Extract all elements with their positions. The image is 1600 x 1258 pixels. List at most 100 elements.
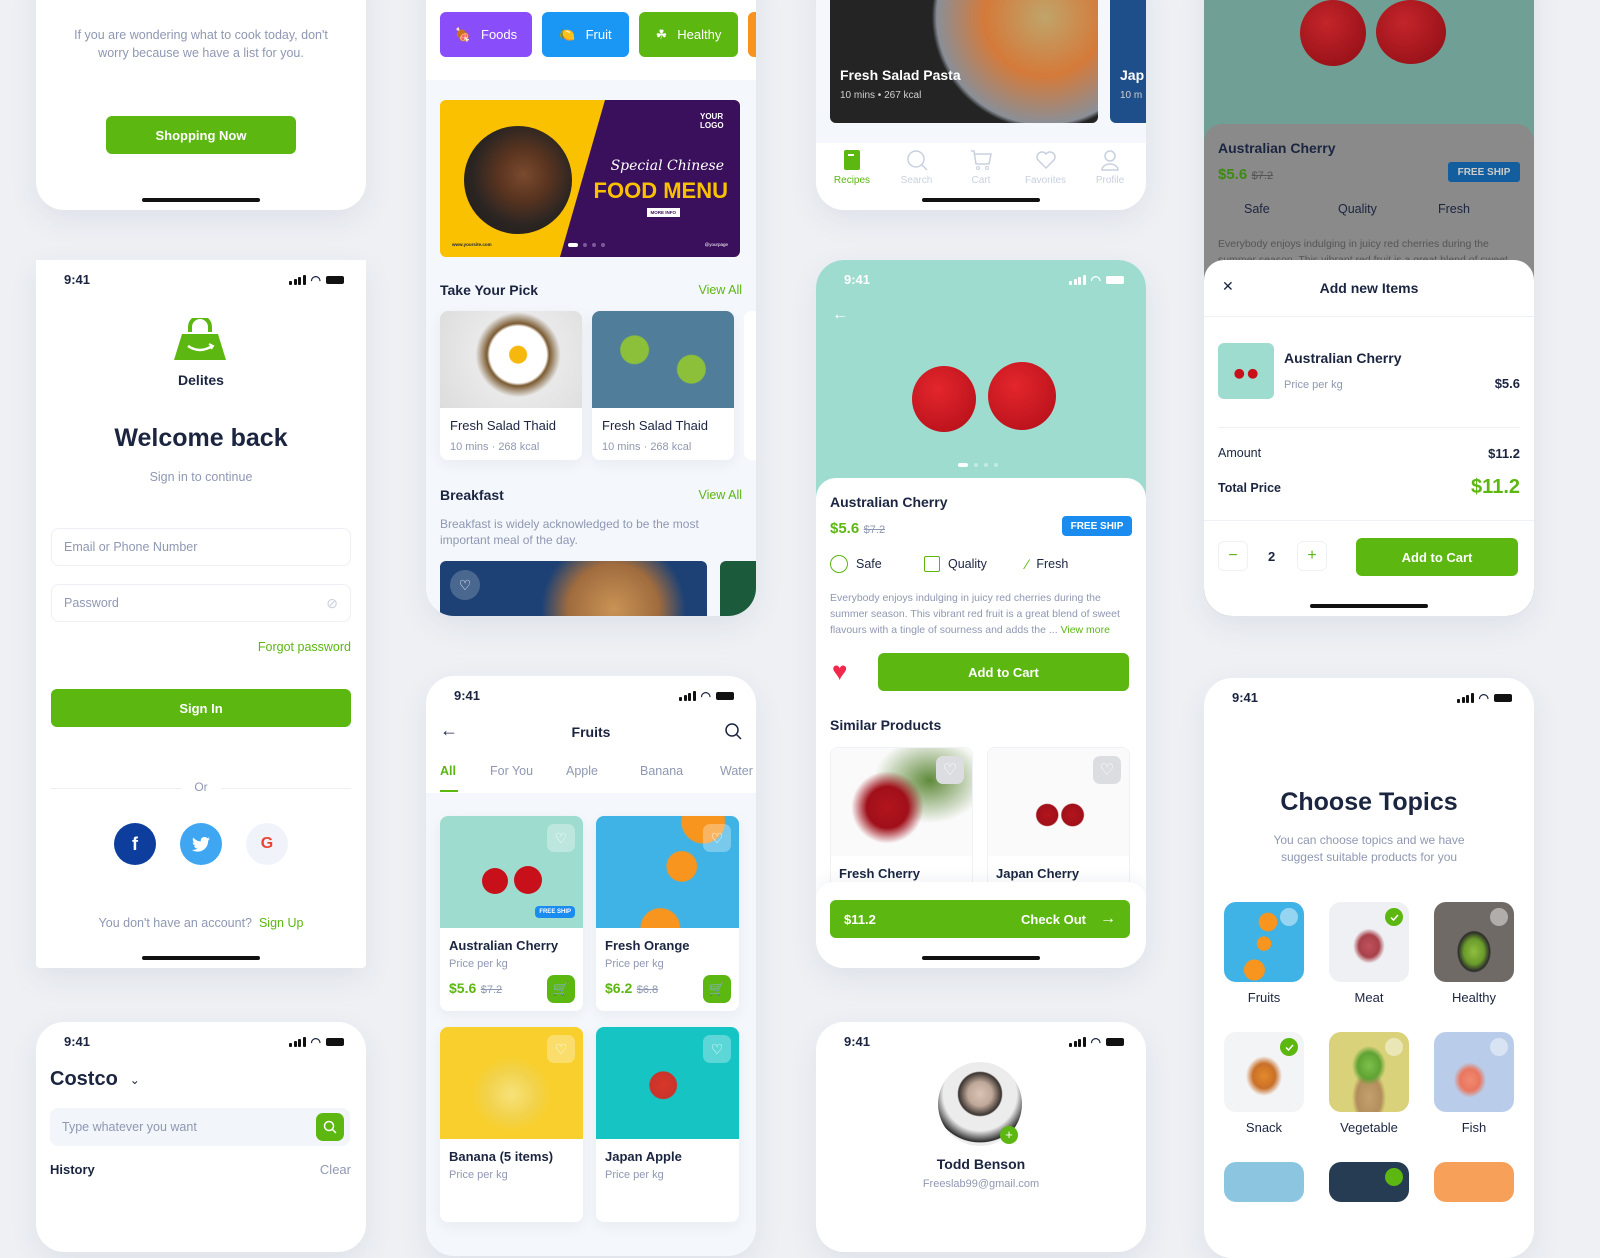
tab-apple[interactable]: Apple bbox=[566, 764, 640, 778]
increase-quantity-button[interactable]: + bbox=[1297, 541, 1327, 571]
tab-banana[interactable]: Banana bbox=[640, 764, 720, 778]
recipe-card[interactable]: Fresh Salad Thaid 10 mins · 268 kcal bbox=[440, 311, 582, 460]
category-more[interactable] bbox=[748, 12, 756, 57]
cart-plus-icon: 🛒 bbox=[552, 981, 570, 996]
featured-recipe-card[interactable]: Fresh Salad Pasta 10 mins • 267 kcal bbox=[830, 0, 1098, 123]
breakfast-card[interactable] bbox=[440, 561, 707, 616]
view-more-link[interactable]: View more bbox=[1061, 624, 1110, 636]
promo-banner[interactable]: YOUR LOGO Special Chinese FOOD MENU MORE… bbox=[440, 100, 740, 257]
meat-icon: 🍖 bbox=[454, 26, 472, 42]
favorite-button[interactable]: ♡ bbox=[547, 824, 575, 852]
sign-in-button[interactable]: Sign In bbox=[51, 689, 351, 727]
topic-partial[interactable] bbox=[1224, 1162, 1304, 1202]
topic-fruits[interactable]: Fruits bbox=[1224, 902, 1304, 1005]
login-subtitle: Sign in to continue bbox=[149, 470, 253, 484]
recipe-card-partial[interactable] bbox=[744, 311, 756, 460]
recipe-image-avocado-toast bbox=[592, 311, 734, 408]
google-login-button[interactable]: G bbox=[246, 823, 288, 865]
topic-snack[interactable]: Snack bbox=[1224, 1032, 1304, 1135]
password-field[interactable]: Password ⊘ bbox=[51, 584, 351, 622]
twitter-login-button[interactable] bbox=[180, 823, 222, 865]
tab-water[interactable]: Water bbox=[720, 764, 753, 778]
checkout-button[interactable]: $11.2 Check Out → bbox=[830, 900, 1130, 938]
heart-icon bbox=[1035, 151, 1056, 170]
similar-product-card[interactable]: Japan Cherry ♡ bbox=[987, 747, 1130, 897]
product-description: Everybody enjoys indulging in juicy red … bbox=[830, 592, 1120, 636]
product-name: Fresh Orange bbox=[605, 938, 690, 953]
topic-fish[interactable]: Fish bbox=[1434, 1032, 1514, 1135]
category-healthy[interactable]: ☘ Healthy bbox=[639, 12, 738, 57]
back-button[interactable]: ← bbox=[832, 306, 848, 324]
status-bar: 9:41 ◠ bbox=[1232, 690, 1512, 705]
favorite-button[interactable]: ♡ bbox=[936, 756, 964, 784]
product-name: Banana (5 items) bbox=[449, 1149, 554, 1164]
banner-logo: YOUR LOGO bbox=[700, 112, 724, 130]
product-card[interactable]: ♡ Japan Apple Price per kg bbox=[596, 1027, 739, 1222]
tab-recipes[interactable]: Recipes bbox=[826, 143, 878, 210]
product-price: $5.6 $7.2 bbox=[830, 520, 886, 537]
item-name: Australian Cherry bbox=[1284, 350, 1402, 366]
favorite-button[interactable]: ♡ bbox=[547, 1035, 575, 1063]
status-bar: 9:41 ◠ bbox=[454, 688, 734, 703]
product-card[interactable]: ♡ Banana (5 items) Price per kg bbox=[440, 1027, 583, 1222]
favorite-button[interactable]: ♡ bbox=[703, 1035, 731, 1063]
favorite-button[interactable]: ♥ bbox=[832, 658, 847, 684]
category-foods[interactable]: 🍖 Foods bbox=[440, 12, 532, 57]
heart-outline-icon: ♡ bbox=[1099, 762, 1115, 779]
add-photo-button[interactable]: + bbox=[1000, 1126, 1018, 1144]
topic-meat[interactable]: Meat bbox=[1329, 902, 1409, 1005]
total-price-label: Total Price bbox=[1218, 481, 1281, 495]
choose-topics-screen: 9:41 ◠ Choose Topics You can choose topi… bbox=[1204, 678, 1534, 1258]
breakfast-view-all[interactable]: View All bbox=[698, 488, 742, 502]
product-unit: Price per kg bbox=[449, 1169, 508, 1181]
recipe-name: Fresh Salad Thaid bbox=[450, 418, 556, 433]
document-icon bbox=[924, 556, 940, 572]
add-to-cart-button[interactable]: Add to Cart bbox=[878, 653, 1129, 691]
email-field[interactable]: Email or Phone Number bbox=[51, 528, 351, 566]
sign-up-link[interactable]: Sign Up bbox=[259, 916, 303, 930]
topic-partial[interactable] bbox=[1434, 1162, 1514, 1202]
take-your-pick-view-all[interactable]: View All bbox=[698, 283, 742, 297]
clear-history-button[interactable]: Clear bbox=[320, 1162, 351, 1177]
featured-recipe-card-partial[interactable]: Jap 10 m bbox=[1110, 0, 1146, 123]
banner-more-info[interactable]: MORE INFO bbox=[646, 208, 680, 217]
decrease-quantity-button[interactable]: − bbox=[1218, 541, 1248, 571]
facebook-login-button[interactable]: f bbox=[114, 823, 156, 865]
product-card[interactable]: ♡ Fresh Orange Price per kg $6.2 $6.8 🛒 bbox=[596, 816, 739, 1011]
tab-for-you[interactable]: For You bbox=[490, 764, 566, 778]
favorite-button[interactable]: ♡ bbox=[1093, 756, 1121, 784]
shopping-now-button[interactable]: Shopping Now bbox=[106, 116, 296, 154]
forgot-password-link[interactable]: Forgot password bbox=[258, 640, 351, 654]
wifi-icon: ◠ bbox=[700, 688, 711, 703]
breakfast-card-partial[interactable] bbox=[720, 561, 756, 616]
recipe-meta: 10 mins · 268 kcal bbox=[450, 441, 540, 453]
product-card[interactable]: FREE SHIP ♡ Australian Cherry Price per … bbox=[440, 816, 583, 1011]
profile-name: Todd Benson bbox=[936, 1156, 1026, 1172]
favorite-button[interactable]: ♡ bbox=[703, 824, 731, 852]
add-to-cart-button[interactable]: Add to Cart bbox=[1356, 538, 1518, 576]
topic-partial[interactable] bbox=[1329, 1162, 1409, 1202]
similar-product-card[interactable]: Fresh Cherry ♡ bbox=[830, 747, 973, 897]
recipe-card[interactable]: Fresh Salad Thaid 10 mins · 268 kcal bbox=[592, 311, 734, 460]
topic-vegetable[interactable]: Vegetable bbox=[1329, 1032, 1409, 1135]
search-button[interactable] bbox=[316, 1113, 344, 1141]
recipe-meta: 10 mins · 268 kcal bbox=[602, 441, 692, 453]
status-time: 9:41 bbox=[1232, 690, 1259, 705]
add-to-cart-button[interactable]: 🛒 bbox=[547, 975, 575, 1003]
banner-pagination bbox=[568, 243, 605, 247]
breakfast-description: Breakfast is widely acknowledged to be t… bbox=[440, 517, 699, 547]
category-fruit[interactable]: 🍋 Fruit bbox=[542, 12, 629, 57]
favorite-button[interactable]: ♡ bbox=[450, 570, 480, 600]
eye-off-icon[interactable]: ⊘ bbox=[326, 595, 338, 612]
profile-screen: 9:41 ◠ + Todd Benson Freeslab99@gmail.co… bbox=[816, 1022, 1146, 1252]
search-button[interactable] bbox=[724, 722, 742, 745]
search-screen: 9:41 ◠ Costco ⌄ Type whatever you want H… bbox=[36, 1022, 366, 1252]
store-selector[interactable]: Costco ⌄ bbox=[50, 1068, 140, 1091]
search-input[interactable]: Type whatever you want bbox=[50, 1108, 350, 1146]
topic-healthy[interactable]: Healthy bbox=[1434, 902, 1514, 1005]
breakfast-title: Breakfast bbox=[440, 487, 504, 503]
tab-all[interactable]: All bbox=[440, 764, 490, 778]
banner-script: Special Chinese bbox=[610, 158, 724, 174]
tab-profile[interactable]: Profile bbox=[1084, 143, 1136, 210]
add-to-cart-button[interactable]: 🛒 bbox=[703, 975, 731, 1003]
